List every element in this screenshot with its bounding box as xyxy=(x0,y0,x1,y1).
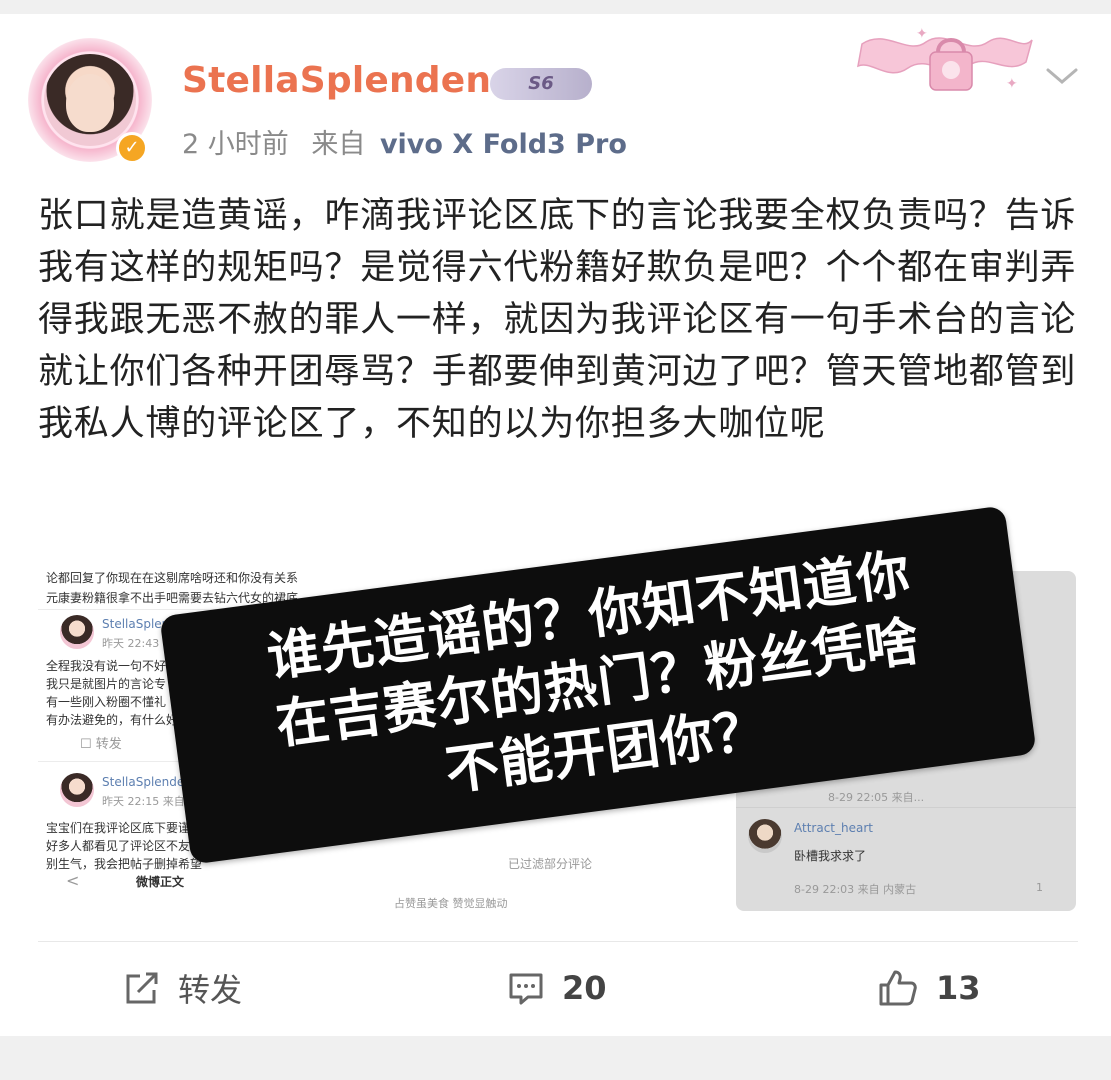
comment-avatar xyxy=(748,819,782,853)
repost-button[interactable]: 转发 xyxy=(124,966,242,1010)
comment-text: 卧槽我求求了 xyxy=(794,849,867,863)
repost-icon: ☐ xyxy=(80,737,92,752)
comment-time: 8-29 22:03 来自 内蒙古 xyxy=(794,883,917,896)
comment-text: 宝宝们在我评论区底下要谨 xyxy=(46,821,191,835)
action-divider xyxy=(38,941,1078,942)
avatar-face xyxy=(66,74,114,132)
post-meta: 2 小时前 来自 vivo X Fold3 Pro xyxy=(182,122,627,161)
comment-time: 昨天 22:43 xyxy=(102,637,160,650)
verified-icon: ✓ xyxy=(116,132,148,164)
footer-note: 占赞虽美食 赞觉显触动 xyxy=(394,897,508,910)
comment-username: Attract_heart xyxy=(794,821,873,835)
divider xyxy=(736,807,1076,808)
svg-text:✦: ✦ xyxy=(916,26,928,42)
comment-username: StellaSplenden xyxy=(102,775,192,789)
like-count: 13 xyxy=(936,969,981,1007)
comment-text: 好多人都看见了评论区不友好 xyxy=(46,839,203,853)
comment-button[interactable]: 20 xyxy=(508,966,607,1010)
post-source-prefix: 来自 xyxy=(311,129,366,160)
like-button[interactable]: 13 xyxy=(878,966,981,1010)
filtered-note: 已过滤部分评论 xyxy=(508,857,593,871)
comment-text: 有一些刚入粉圈不懂礼 xyxy=(46,695,167,709)
repost-link: ☐ 转发 xyxy=(80,733,122,752)
repost-icon xyxy=(126,972,158,1004)
post-source-device: vivo X Fold3 Pro xyxy=(379,129,627,160)
comment-icon xyxy=(509,973,543,1005)
comment-count: 20 xyxy=(562,969,607,1007)
back-icon: < xyxy=(66,871,80,890)
svg-text:✦: ✦ xyxy=(1006,76,1018,92)
repost-label: 转发 xyxy=(178,971,243,1009)
comment-text: 全程我没有说一句不好 xyxy=(46,659,167,673)
comment-text: 有办法避免的，有什么好 xyxy=(46,713,179,727)
post-text: 张口就是造黄谣，咋滴我评论区底下的言论我要全权负责吗？告诉我有这样的规矩吗？是觉… xyxy=(38,196,1077,444)
username[interactable]: StellaSplendens xyxy=(182,60,513,101)
like-icon xyxy=(879,970,917,1006)
comment-time: 8-29 22:05 来自... xyxy=(828,791,925,804)
nav-title: 微博正文 xyxy=(136,875,185,889)
like-count: 1 xyxy=(1036,881,1043,894)
comment-text: 我只是就图片的言论专 xyxy=(46,677,167,691)
decoration-sticker: ✦ ✦ xyxy=(857,26,1033,92)
shot-line: 论都回复了你现在在这剔席啥呀还和你没有关系 xyxy=(46,571,299,585)
comment-text: 别生气，我会把帖子删掉希望 xyxy=(46,857,203,871)
repost-label: 转发 xyxy=(95,737,122,752)
chevron-down-icon[interactable] xyxy=(1044,64,1080,88)
post-time: 2 小时前 xyxy=(182,129,289,160)
fan-badge[interactable]: S6 xyxy=(490,68,592,100)
comment-avatar xyxy=(60,615,94,649)
comment-avatar xyxy=(60,773,94,807)
